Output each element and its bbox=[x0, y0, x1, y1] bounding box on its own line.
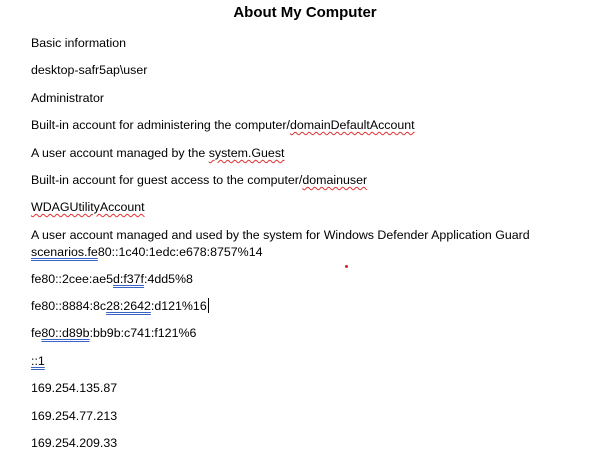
admin-description-text: Built-in account for administering the c… bbox=[31, 118, 290, 132]
ipv6-text: :d121%16 bbox=[150, 299, 207, 313]
spellcheck-word[interactable]: system.Guest bbox=[209, 146, 285, 160]
stray-mark bbox=[345, 265, 348, 268]
paragraph-admin-description: Built-in account for administering the c… bbox=[31, 117, 571, 134]
paragraph-ipv6-4: fe80::d89b:bb9b:c741:f121%6 bbox=[31, 325, 571, 342]
paragraph-wdag: WDAGUtilityAccount bbox=[31, 199, 571, 216]
grammar-flagged-word[interactable]: d:f37f bbox=[113, 272, 144, 286]
managed-account-text: A user account managed by the bbox=[31, 146, 209, 160]
paragraph-wdag-description-line2: scenarios.fe80::1c40:1edc:e678:8757%14 bbox=[31, 244, 571, 261]
grammar-flagged-word[interactable]: scenarios.fe bbox=[31, 245, 98, 259]
paragraph-administrator: Administrator bbox=[31, 91, 104, 105]
document-page[interactable]: About My Computer Basic information desk… bbox=[0, 0, 602, 458]
paragraph-ipv6-3: fe80::8884:8c28:2642:d121%16 bbox=[31, 298, 571, 315]
paragraph-ipv4-1: 169.254.135.87 bbox=[31, 381, 118, 395]
document-title: About My Computer bbox=[233, 4, 377, 21]
paragraph-machine-user: desktop-safr5ap\user bbox=[31, 63, 148, 77]
grammar-flagged-word[interactable]: 80::d89b bbox=[41, 326, 89, 340]
paragraph-managed-account: A user account managed by the system.Gue… bbox=[31, 145, 571, 162]
paragraph-basic-information: Basic information bbox=[31, 36, 127, 50]
ipv6-text: :4dd5%8 bbox=[144, 272, 193, 286]
paragraph-ipv4-2: 169.254.77.213 bbox=[31, 409, 118, 423]
grammar-flagged-word[interactable]: 28:2642 bbox=[106, 299, 151, 313]
guest-description-text: Built-in account for guest access to the… bbox=[31, 173, 303, 187]
paragraph-ipv6-2: fe80::2cee:ae5d:f37f:4dd5%8 bbox=[31, 271, 571, 288]
ipv6-text: fe80::2cee:ae5 bbox=[31, 272, 113, 286]
ipv6-text: fe bbox=[31, 326, 42, 340]
text-cursor bbox=[207, 298, 209, 313]
paragraph-wdag-description-line1: A user account managed and used by the s… bbox=[31, 228, 530, 242]
grammar-flagged-word[interactable]: ::1 bbox=[31, 354, 45, 368]
paragraph-loopback: ::1 bbox=[31, 353, 571, 370]
spellcheck-word[interactable]: WDAGUtilityAccount bbox=[31, 200, 145, 214]
ipv6-text: fe80::8884:8c bbox=[31, 299, 107, 313]
paragraph-guest-description: Built-in account for guest access to the… bbox=[31, 172, 571, 189]
spellcheck-word[interactable]: domainDefaultAccount bbox=[290, 118, 415, 132]
spellcheck-word[interactable]: domainuser bbox=[302, 173, 367, 187]
paragraph-ipv4-3: 169.254.209.33 bbox=[31, 436, 118, 450]
ipv6-text: :bb9b:c741:f121%6 bbox=[89, 326, 197, 340]
ipv6-address: 80::1c40:1edc:e678:8757%14 bbox=[97, 245, 263, 259]
